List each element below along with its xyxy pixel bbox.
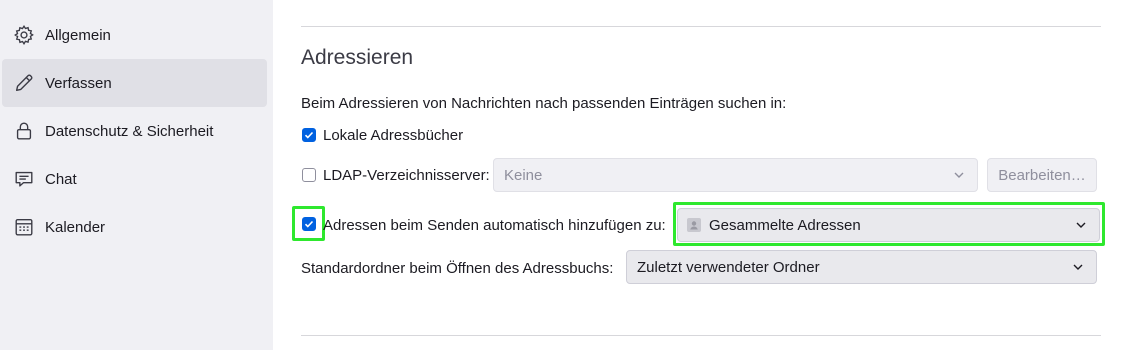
sidebar-item-label: Verfassen (45, 74, 112, 92)
sidebar: Allgemein Verfassen Datenschutz & Sicher… (0, 0, 273, 350)
ldap-server-value: Keine (504, 166, 543, 184)
auto-add-checkbox[interactable] (302, 217, 316, 231)
sidebar-item-allgemein[interactable]: Allgemein (2, 11, 267, 59)
divider-bottom (301, 335, 1101, 336)
default-folder-value: Zuletzt verwendeter Ordner (637, 258, 820, 276)
checkmark-icon (304, 131, 314, 139)
sidebar-item-verfassen[interactable]: Verfassen (2, 59, 267, 107)
lock-icon (12, 119, 36, 143)
section-title: Adressieren (301, 46, 414, 69)
ldap-checkbox[interactable] (302, 168, 316, 182)
default-folder-select[interactable]: Zuletzt verwendeter Ordner (626, 250, 1097, 284)
addressbook-icon (687, 218, 701, 232)
edit-ldap-button[interactable]: Bearbeiten… (987, 158, 1097, 192)
sidebar-item-label: Datenschutz & Sicherheit (45, 122, 214, 140)
auto-add-label[interactable]: Adressen beim Senden automatisch hinzufü… (323, 217, 666, 234)
gear-icon (12, 23, 36, 47)
default-folder-label[interactable]: Standardordner beim Öffnen des Adressbuc… (301, 260, 613, 277)
chat-icon (12, 167, 36, 191)
divider-top (301, 26, 1101, 27)
sidebar-item-datenschutz[interactable]: Datenschutz & Sicherheit (2, 107, 267, 155)
sidebar-item-label: Kalender (45, 218, 106, 236)
checkmark-icon (304, 220, 314, 228)
main-content: Adressieren Beim Adressieren von Nachric… (273, 0, 1148, 350)
chevron-down-icon (954, 172, 964, 178)
local-addressbooks-label[interactable]: Lokale Adressbücher (323, 127, 463, 144)
pencil-icon (12, 71, 36, 95)
ldap-server-select[interactable]: Keine (493, 158, 978, 192)
sidebar-item-label: Allgemein (45, 26, 111, 44)
local-addressbooks-checkbox[interactable] (302, 128, 316, 142)
sidebar-item-chat[interactable]: Chat (2, 155, 267, 203)
ldap-label[interactable]: LDAP-Verzeichnisserver: (323, 167, 490, 184)
auto-add-addressbook-value: Gesammelte Adressen (709, 216, 861, 234)
sidebar-item-kalender[interactable]: Kalender (2, 203, 267, 251)
auto-add-addressbook-select[interactable]: Gesammelte Adressen (677, 208, 1100, 242)
chevron-down-icon (1076, 222, 1086, 228)
calendar-icon (12, 215, 36, 239)
search-description: Beim Adressieren von Nachrichten nach pa… (301, 95, 787, 112)
sidebar-item-label: Chat (45, 170, 77, 188)
chevron-down-icon (1073, 264, 1083, 270)
